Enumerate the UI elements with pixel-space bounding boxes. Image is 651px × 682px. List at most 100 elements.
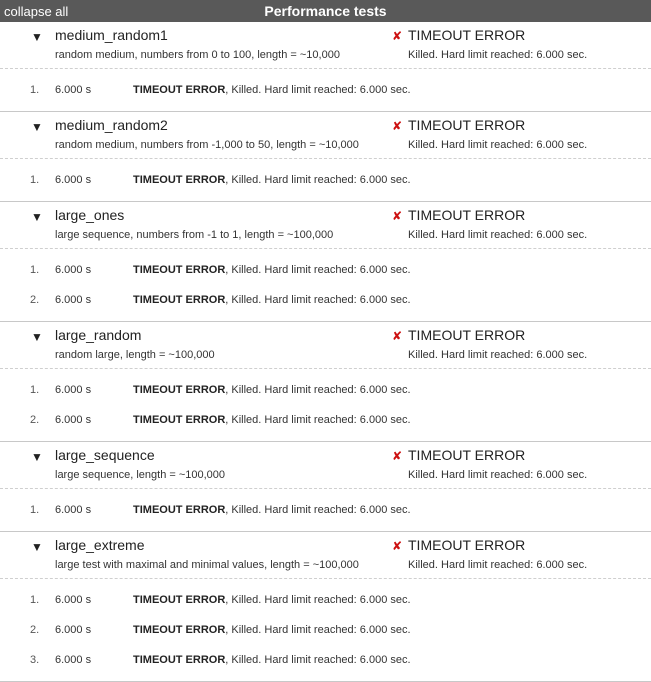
performance-tests-header: collapse all Performance tests (0, 0, 651, 22)
run-time: 6.000 s (55, 294, 92, 306)
test-status-detail: Killed. Hard limit reached: 6.000 sec. (408, 469, 588, 481)
run-list: 1. 6.000 s TIMEOUT ERROR, Killed. Hard lim… (0, 369, 651, 441)
triangle-down-icon[interactable]: ▼ (31, 120, 43, 134)
run-detail: , Killed. Hard limit reached: 6.000 sec. (225, 414, 411, 426)
run-number: 2. (30, 294, 40, 306)
test-group: ▼ large_extremelarge test with maximal an… (0, 532, 651, 682)
run-time: 6.000 s (55, 174, 92, 186)
run-row: 1. 6.000 s TIMEOUT ERROR, Killed. Hard lim… (0, 495, 651, 525)
run-status: TIMEOUT ERROR (133, 624, 226, 636)
run-time: 6.000 s (55, 654, 92, 666)
test-description: large sequence, length = ~100,000 (55, 469, 226, 481)
run-status: TIMEOUT ERROR (133, 294, 226, 306)
run-list: 1. 6.000 s TIMEOUT ERROR, Killed. Hard lim… (0, 159, 651, 201)
test-status: TIMEOUT ERROR (408, 327, 526, 343)
cross-icon: ✘ (392, 119, 403, 133)
test-description: random large, length = ~100,000 (55, 349, 215, 361)
run-number: 3. (30, 654, 40, 666)
run-number: 1. (30, 174, 40, 186)
test-description: large sequence, numbers from -1 to 1, le… (55, 229, 334, 241)
run-time: 6.000 s (55, 414, 92, 426)
run-result: TIMEOUT ERROR, Killed. Hard limit reache… (133, 624, 411, 636)
run-row: 1. 6.000 s TIMEOUT ERROR, Killed. Hard lim… (0, 585, 651, 615)
test-status-detail: Killed. Hard limit reached: 6.000 sec. (408, 229, 588, 241)
test-name: medium_random1 (55, 27, 168, 43)
run-result: TIMEOUT ERROR, Killed. Hard limit reache… (133, 504, 411, 516)
run-number: 2. (30, 624, 40, 636)
run-number: 1. (30, 264, 40, 276)
triangle-down-icon[interactable]: ▼ (31, 330, 43, 344)
run-number: 2. (30, 414, 40, 426)
page-title: Performance tests (264, 3, 387, 19)
cross-icon: ✘ (392, 29, 403, 43)
run-time: 6.000 s (55, 594, 92, 606)
run-detail: , Killed. Hard limit reached: 6.000 sec. (225, 174, 411, 186)
run-result: TIMEOUT ERROR, Killed. Hard limit reache… (133, 414, 411, 426)
run-row: 3. 6.000 s TIMEOUT ERROR, Killed. Hard lim… (0, 645, 651, 675)
run-time: 6.000 s (55, 84, 92, 96)
run-result: TIMEOUT ERROR, Killed. Hard limit reache… (133, 174, 411, 186)
cross-icon: ✘ (392, 329, 403, 343)
test-group: ▼ large_sequencelarge sequence, length = … (0, 442, 651, 532)
test-status: TIMEOUT ERROR (408, 207, 526, 223)
run-status: TIMEOUT ERROR (133, 384, 226, 396)
test-group: ▼ medium_random2 random medium, numbers fr… (0, 112, 651, 202)
run-time: 6.000 s (55, 624, 92, 636)
run-list: 1. 6.000 s TIMEOUT ERROR, Killed. Hard lim… (0, 249, 651, 321)
run-status: TIMEOUT ERROR (133, 654, 226, 666)
triangle-down-icon[interactable]: ▼ (31, 210, 43, 224)
run-time: 6.000 s (55, 264, 92, 276)
run-detail: , Killed. Hard limit reached: 6.000 sec. (225, 504, 411, 516)
test-name: large_sequence (55, 447, 155, 463)
test-group: ▼ large_ones large sequence, numbers from … (0, 202, 651, 322)
run-number: 1. (30, 84, 40, 96)
test-description: random medium, numbers from -1,000 to 50… (55, 139, 359, 151)
run-status: TIMEOUT ERROR (133, 414, 226, 426)
run-number: 1. (30, 594, 40, 606)
cross-icon: ✘ (392, 209, 403, 223)
run-row: 1. 6.000 s TIMEOUT ERROR, Killed. Hard lim… (0, 255, 651, 285)
test-header: ▼ medium_random2 random medium, numbers fr… (0, 112, 651, 159)
test-group: ▼ medium_random1 random medium, numbers fr… (0, 22, 651, 112)
run-detail: , Killed. Hard limit reached: 6.000 sec. (225, 594, 411, 606)
test-status: TIMEOUT ERROR (408, 447, 526, 463)
run-row: 2. 6.000 s TIMEOUT ERROR, Killed. Hard lim… (0, 405, 651, 435)
run-detail: , Killed. Hard limit reached: 6.000 sec. (225, 84, 411, 96)
test-header: ▼ medium_random1 random medium, numbers fr… (0, 22, 651, 69)
test-header: ▼ large_sequencelarge sequence, length = … (0, 442, 651, 489)
test-name: large_random (55, 327, 142, 343)
test-name: large_extreme (55, 537, 145, 553)
test-group: ▼ large_randomrandom large, length = ~100… (0, 322, 651, 442)
run-list: 1. 6.000 s TIMEOUT ERROR, Killed. Hard lim… (0, 579, 651, 681)
run-list: 1. 6.000 s TIMEOUT ERROR, Killed. Hard lim… (0, 69, 651, 111)
test-header: ▼ large_randomrandom large, length = ~100… (0, 322, 651, 369)
run-row: 1. 6.000 s TIMEOUT ERROR, Killed. Hard lim… (0, 165, 651, 195)
run-status: TIMEOUT ERROR (133, 264, 226, 276)
test-status: TIMEOUT ERROR (408, 537, 526, 553)
run-number: 1. (30, 504, 40, 516)
test-description: large test with maximal and minimal valu… (55, 559, 359, 571)
run-result: TIMEOUT ERROR, Killed. Hard limit reache… (133, 594, 411, 606)
run-number: 1. (30, 384, 40, 396)
run-result: TIMEOUT ERROR, Killed. Hard limit reache… (133, 84, 411, 96)
test-header: ▼ large_extremelarge test with maximal an… (0, 532, 651, 579)
test-header: ▼ large_ones large sequence, numbers from … (0, 202, 651, 249)
run-result: TIMEOUT ERROR, Killed. Hard limit reache… (133, 654, 411, 666)
test-status: TIMEOUT ERROR (408, 27, 526, 43)
triangle-down-icon[interactable]: ▼ (31, 450, 43, 464)
triangle-down-icon[interactable]: ▼ (31, 540, 43, 554)
run-detail: , Killed. Hard limit reached: 6.000 sec. (225, 294, 411, 306)
run-detail: , Killed. Hard limit reached: 6.000 sec. (225, 654, 411, 666)
test-list: ▼ medium_random1random medium, numbers fr… (0, 22, 651, 682)
run-list: 1. 6.000 s TIMEOUT ERROR, Killed. Hard lim… (0, 489, 651, 531)
run-status: TIMEOUT ERROR (133, 504, 226, 516)
run-status: TIMEOUT ERROR (133, 594, 226, 606)
run-result: TIMEOUT ERROR, Killed. Hard limit reache… (133, 264, 411, 276)
triangle-down-icon[interactable]: ▼ (31, 30, 43, 44)
run-row: 2. 6.000 s TIMEOUT ERROR, Killed. Hard lim… (0, 285, 651, 315)
test-status-detail: Killed. Hard limit reached: 6.000 sec. (408, 139, 588, 151)
run-status: TIMEOUT ERROR (133, 84, 226, 96)
run-result: TIMEOUT ERROR, Killed. Hard limit reache… (133, 294, 411, 306)
run-time: 6.000 s (55, 504, 92, 516)
run-detail: , Killed. Hard limit reached: 6.000 sec. (225, 624, 411, 636)
